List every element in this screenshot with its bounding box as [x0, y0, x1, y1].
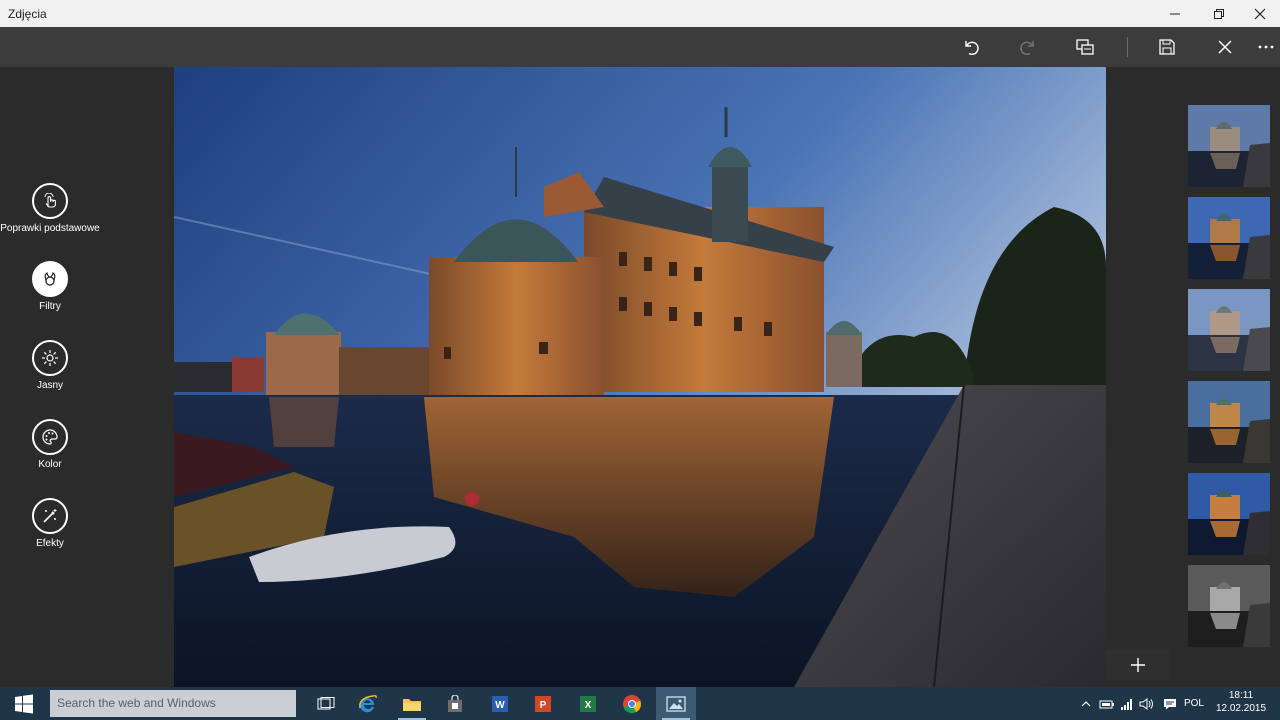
save-copy-icon: [1159, 39, 1175, 55]
show-hidden-icons-button[interactable]: [1078, 687, 1094, 720]
restore-button[interactable]: [1199, 0, 1239, 27]
taskbar-app-ie[interactable]: [348, 687, 388, 720]
tool-label: Kolor: [38, 459, 62, 470]
close-icon: [1218, 40, 1232, 54]
taskbar-app-excel[interactable]: X: [568, 687, 608, 720]
taskbar-app-word[interactable]: W: [480, 687, 520, 720]
filter-thumbnail[interactable]: [1188, 565, 1270, 647]
powerpoint-icon: P: [535, 695, 551, 712]
taskbar-app-store[interactable]: [435, 687, 475, 720]
window-title: Zdjęcia: [8, 7, 47, 21]
clock[interactable]: 18:11 12.02.2015: [1210, 689, 1272, 715]
tool-basic-fixes[interactable]: Poprawki podstawowe: [0, 183, 100, 235]
touch-icon: [32, 183, 68, 219]
battery-button[interactable]: [1098, 687, 1116, 720]
compare-button[interactable]: [1065, 27, 1105, 67]
command-bar: [0, 27, 1280, 67]
clock-time: 18:11: [1228, 690, 1254, 701]
chrome-icon: [623, 694, 642, 713]
network-button[interactable]: [1118, 687, 1136, 720]
store-icon: [448, 694, 462, 712]
filters-panel: [1106, 67, 1280, 687]
sun-icon: [32, 340, 68, 376]
edge-ie-icon: [359, 694, 377, 712]
tool-light[interactable]: Jasny: [0, 340, 100, 392]
taskbar-app-photos[interactable]: [656, 687, 696, 720]
add-filter-button[interactable]: [1106, 650, 1170, 680]
tool-label: Filtry: [39, 301, 61, 312]
photo-canvas[interactable]: [174, 67, 1106, 687]
save-copy-button[interactable]: [1148, 27, 1188, 67]
more-button[interactable]: [1246, 27, 1280, 67]
chevron-up-icon: [1081, 700, 1091, 706]
start-button[interactable]: [0, 687, 48, 720]
more-icon: [1258, 45, 1274, 49]
undo-button[interactable]: [951, 27, 991, 67]
edit-tools-panel: Poprawki podstawowe Filtry Jasny Kolor E…: [0, 67, 174, 687]
close-editor-button[interactable]: [1205, 27, 1245, 67]
tool-effects[interactable]: Efekty: [0, 498, 100, 550]
plus-icon: [1131, 658, 1145, 672]
svg-text:X: X: [585, 700, 592, 711]
tool-label: Jasny: [36, 380, 64, 391]
task-view-icon: [317, 696, 335, 709]
filter-thumbnail[interactable]: [1188, 289, 1270, 371]
tool-label: Efekty: [36, 538, 64, 549]
tool-color[interactable]: Kolor: [0, 419, 100, 471]
toolbar-separator: [1127, 37, 1128, 57]
taskbar-app-powerpoint[interactable]: P: [523, 687, 563, 720]
signal-icon: [1121, 698, 1132, 710]
taskbar: Search the web and Windows W P X POL 18:…: [0, 687, 1280, 720]
excel-icon: X: [580, 695, 596, 712]
close-window-button[interactable]: [1240, 0, 1280, 27]
minimize-button[interactable]: [1155, 0, 1195, 27]
restore-icon: [1214, 8, 1224, 19]
clock-date: 12.02.2015: [1215, 703, 1267, 714]
filter-thumbnail[interactable]: [1188, 197, 1270, 279]
action-center-button[interactable]: [1161, 687, 1179, 720]
castle-photo: [174, 67, 1106, 687]
language-indicator[interactable]: POL: [1182, 687, 1206, 720]
svg-text:W: W: [495, 700, 505, 711]
task-view-button[interactable]: [306, 687, 346, 720]
filter-thumbnail[interactable]: [1188, 473, 1270, 555]
volume-button[interactable]: [1138, 687, 1156, 720]
photos-icon: [666, 695, 686, 712]
notification-icon: [1164, 698, 1176, 709]
palette-icon: [32, 419, 68, 455]
battery-icon: [1099, 700, 1114, 708]
windows-logo-icon: [15, 694, 33, 713]
compare-icon: [1076, 39, 1094, 55]
title-bar: Zdjęcia: [0, 0, 1280, 28]
svg-text:P: P: [540, 700, 547, 711]
taskbar-app-explorer[interactable]: [392, 687, 432, 720]
filter-thumbnail[interactable]: [1188, 105, 1270, 187]
file-explorer-icon: [403, 698, 421, 711]
filter-thumbnail[interactable]: [1188, 381, 1270, 463]
tool-label: Poprawki podstawowe: [0, 223, 100, 234]
redo-button[interactable]: [1008, 27, 1048, 67]
taskbar-app-chrome[interactable]: [612, 687, 652, 720]
close-icon: [1254, 8, 1266, 19]
effects-icon: [32, 498, 68, 534]
word-icon: W: [492, 695, 508, 712]
undo-icon: [965, 41, 979, 55]
search-input[interactable]: Search the web and Windows: [50, 690, 296, 717]
speaker-icon: [1139, 697, 1153, 710]
filter-icon: [32, 261, 68, 297]
tool-filters[interactable]: Filtry: [0, 261, 100, 313]
minimize-icon: [1170, 13, 1180, 14]
redo-icon: [1020, 41, 1034, 55]
